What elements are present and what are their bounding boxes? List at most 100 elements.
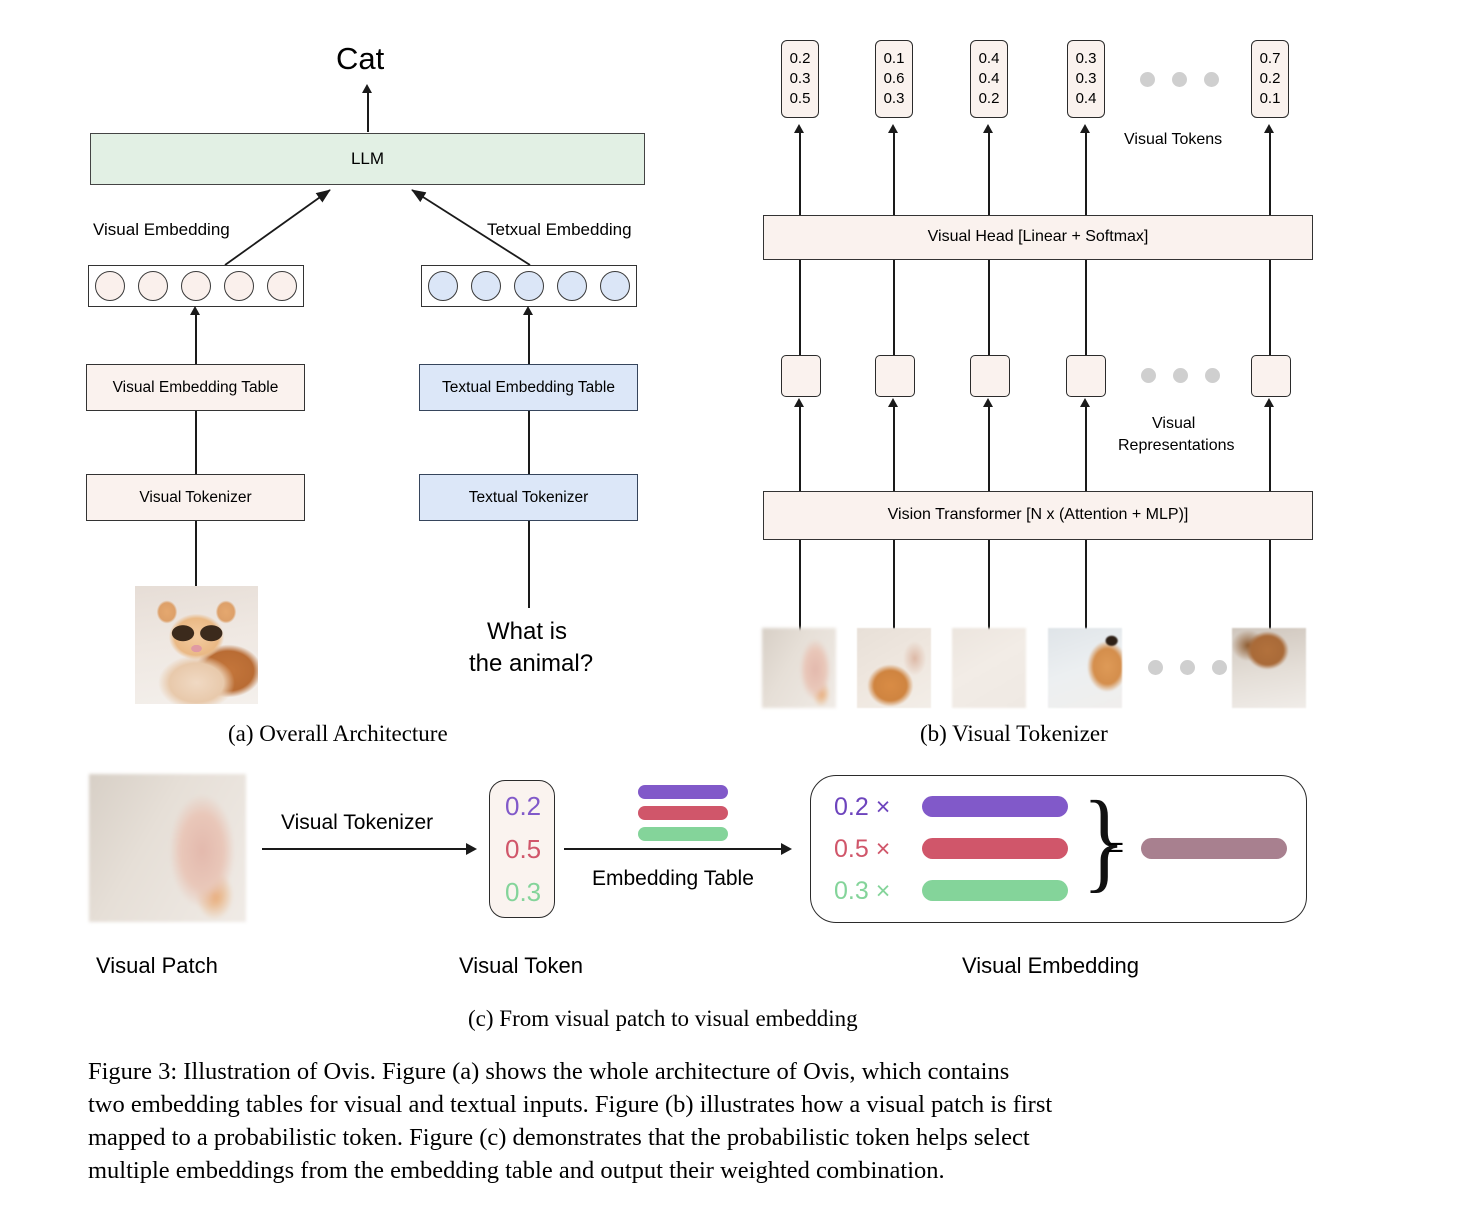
arrow-vit-to-rep: [893, 403, 895, 491]
visual-token-box[interactable]: 0.1 0.6 0.3: [875, 40, 913, 118]
visual-representation-square[interactable]: [875, 355, 915, 397]
weight-value: 0.5: [834, 835, 869, 863]
visual-representation-square[interactable]: [1066, 355, 1106, 397]
llm-label: LLM: [350, 149, 385, 169]
llm-output-text: Cat: [336, 41, 385, 76]
arrow-head-to-token: [893, 130, 895, 216]
token-value: 0.3: [883, 89, 905, 107]
visual-token-box[interactable]: 0.3 0.3 0.4: [1067, 40, 1105, 118]
embedding-table-bar-green: [638, 827, 728, 841]
arrow-vtable-to-vrow: [195, 312, 197, 364]
textual-embedding-row[interactable]: [421, 265, 637, 307]
panel-c-arrow1-line: [262, 848, 468, 850]
result-embedding-bar: [1141, 838, 1287, 859]
arrow-llm-to-output: [367, 88, 369, 132]
arrow-vit-to-rep-head: [794, 398, 804, 407]
token-value: 0.1: [883, 50, 905, 68]
figure-caption-line4: multiple embeddings from the embedding t…: [88, 1157, 945, 1184]
textual-embedding-table-box[interactable]: Textual Embedding Table: [419, 364, 638, 411]
arrow-head-to-token-head: [1264, 124, 1274, 133]
visual-token-box[interactable]: 0.7 0.2 0.1: [1251, 40, 1289, 118]
visual-tokenizer-label: Visual Tokenizer: [139, 488, 252, 506]
visual-embedding-table-box[interactable]: Visual Embedding Table: [86, 364, 305, 411]
ellipsis-dot: [1180, 660, 1195, 675]
arrow-head-to-token-head: [1080, 124, 1090, 133]
llm-box[interactable]: LLM: [90, 133, 645, 185]
panel-c-visual-embedding-label: Visual Embedding: [962, 953, 1139, 978]
visual-token-box[interactable]: 0.4 0.4 0.2: [970, 40, 1008, 118]
token-value: 0.2: [789, 50, 811, 68]
line-rep-to-head: [799, 260, 801, 355]
arrow-vit-to-rep: [1269, 403, 1271, 491]
panel-c-caption: (c) From visual patch to visual embeddin…: [468, 1006, 858, 1031]
panel-c-visual-patch-image: [89, 774, 246, 922]
visual-embedding-circle: [266, 271, 297, 301]
line-ttokenizer-to-ttable: [528, 411, 530, 474]
panel-c-arrow2-head: [781, 843, 792, 855]
visual-embedding-circle: [180, 271, 211, 301]
textual-embedding-circle: [471, 271, 502, 301]
equals-symbol: =: [1107, 832, 1124, 864]
ellipsis-dot: [1173, 368, 1188, 383]
vision-transformer-box[interactable]: Vision Transformer [N x (Attention + MLP…: [763, 491, 1313, 540]
line-rep-to-head: [893, 260, 895, 355]
arrow-vit-to-rep: [988, 403, 990, 491]
textual-tokenizer-label: Textual Tokenizer: [468, 488, 589, 506]
arrow-vit-to-rep: [799, 403, 801, 491]
weight-green: 0.3 ×: [834, 877, 890, 906]
visual-embedding-label: Visual Embedding: [93, 220, 230, 239]
visual-embedding-table-label: Visual Embedding Table: [112, 378, 279, 396]
arrow-vit-to-rep-head: [1080, 398, 1090, 407]
token-value: 0.5: [789, 89, 811, 107]
visual-embedding-circle: [95, 271, 126, 301]
ellipsis-dot: [1172, 72, 1187, 87]
visual-embedding-circle: [223, 271, 254, 301]
arrow-head-to-token: [1085, 130, 1087, 216]
visual-token-box[interactable]: 0.2 0.3 0.5: [781, 40, 819, 118]
visual-patch-label: Visual Patch: [96, 953, 218, 978]
weight-value: 0.3: [834, 877, 869, 905]
textual-embedding-circle: [556, 271, 587, 301]
panel-c-arrow1-label: Visual Tokenizer: [281, 811, 434, 834]
textual-embedding-circle: [513, 271, 544, 301]
token-value: 0.4: [978, 70, 1000, 88]
visual-patches-ellipsis: [1148, 660, 1227, 675]
ellipsis-dot: [1204, 72, 1219, 87]
line-rep-to-head: [988, 260, 990, 355]
token-value: 0.2: [978, 89, 1000, 107]
panel-a-caption: (a) Overall Architecture: [228, 721, 448, 746]
panel-c-token-value-green: 0.3: [505, 877, 542, 907]
visual-head-box[interactable]: Visual Head [Linear + Softmax]: [763, 215, 1313, 260]
textual-embedding-label: Tetxual Embedding: [487, 220, 632, 239]
line-rep-to-head: [1085, 260, 1087, 355]
times-symbol: ×: [875, 835, 891, 863]
visual-representation-square[interactable]: [781, 355, 821, 397]
arrow-head-to-token: [799, 130, 801, 216]
visual-patch-image: [952, 628, 1026, 708]
visual-embedding-row[interactable]: [88, 265, 304, 307]
visual-representation-square[interactable]: [970, 355, 1010, 397]
panel-c-arrow1-head: [466, 843, 477, 855]
visual-tokens-label: Visual Tokens: [1124, 131, 1223, 148]
ellipsis-dot: [1141, 368, 1156, 383]
arrow-vtable-to-vrow-head: [190, 306, 200, 315]
arrow-head-to-token-head: [794, 124, 804, 133]
visual-tokenizer-box[interactable]: Visual Tokenizer: [86, 474, 305, 521]
textual-tokenizer-box[interactable]: Textual Tokenizer: [419, 474, 638, 521]
arrow-head-to-token-head: [888, 124, 898, 133]
embedding-table-bar-purple: [638, 785, 728, 799]
ellipsis-dot: [1148, 660, 1163, 675]
token-value: 0.4: [978, 50, 1000, 68]
visual-patch-image: [1048, 628, 1122, 708]
line-catimage-to-vtokenizer: [195, 521, 197, 587]
figure-caption-line3: mapped to a probabilistic token. Figure …: [88, 1124, 1030, 1151]
weight-value: 0.2: [834, 793, 869, 821]
ellipsis-dot: [1212, 660, 1227, 675]
visual-representations-label-line1: Visual: [1152, 415, 1196, 432]
token-value: 0.3: [789, 70, 811, 88]
weight-purple: 0.2 ×: [834, 793, 890, 822]
visual-representations-ellipsis: [1141, 368, 1220, 383]
arrow-ttable-to-trow: [528, 312, 530, 364]
visual-representation-square[interactable]: [1251, 355, 1291, 397]
visual-tokens-ellipsis: [1140, 72, 1219, 87]
